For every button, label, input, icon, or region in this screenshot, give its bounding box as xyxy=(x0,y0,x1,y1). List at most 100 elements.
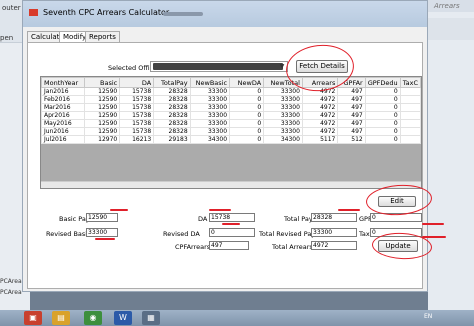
table-cell[interactable]: 4972 xyxy=(301,95,339,104)
title-bar[interactable]: Seventh CPC Arrears Calculator xyxy=(23,1,427,27)
table-cell[interactable]: 0 xyxy=(364,95,401,104)
table-cell[interactable]: 28328 xyxy=(153,103,191,112)
column-header[interactable]: MonthYear xyxy=(41,77,85,88)
table-cell[interactable]: 12590 xyxy=(83,95,121,104)
table-cell[interactable]: 15738 xyxy=(119,119,155,128)
table-cell[interactable]: 497 xyxy=(337,127,366,136)
arrears-grid[interactable]: MonthYear Basic DA TotalPay NewBasic New… xyxy=(40,76,422,189)
selected-office-dropdown[interactable]: ▼ xyxy=(150,61,288,72)
table-row[interactable]: Jul2016 12970 16213 29183 34300 0 34300 5117 512… xyxy=(41,135,421,144)
table-cell[interactable]: 28328 xyxy=(153,95,191,104)
table-cell[interactable]: 497 xyxy=(337,119,366,128)
table-row[interactable]: May2016 12590 15738 28328 33300 0 33300 4972 497… xyxy=(41,119,421,128)
table-cell[interactable]: 497 xyxy=(337,111,366,120)
table-row[interactable]: Jun2016 12590 15738 28328 33300 0 33300 4972 497… xyxy=(41,127,421,136)
chevron-down-icon[interactable]: ▼ xyxy=(278,63,286,70)
app-taskbar-icon[interactable]: ▣ xyxy=(24,311,42,325)
table-cell[interactable]: 33300 xyxy=(263,95,303,104)
table-cell[interactable]: 12590 xyxy=(83,127,121,136)
table-cell[interactable]: 0 xyxy=(364,119,401,128)
table-cell[interactable]: 33300 xyxy=(189,111,231,120)
table-cell[interactable]: 33300 xyxy=(263,103,303,112)
column-header[interactable]: NewDA xyxy=(229,77,265,88)
table-cell[interactable]: 12590 xyxy=(83,87,121,96)
basic-pay-field[interactable]: 12590 xyxy=(86,213,118,222)
revised-basic-field[interactable]: 33300 xyxy=(86,228,118,237)
table-cell[interactable]: 33300 xyxy=(189,87,231,96)
total-arrears-field[interactable]: 4972 xyxy=(311,241,357,250)
column-header[interactable]: TaxC xyxy=(399,77,421,88)
total-pay-field[interactable]: 28328 xyxy=(311,213,357,222)
table-cell[interactable]: 497 xyxy=(337,103,366,112)
table-cell[interactable]: Jul2016 xyxy=(41,135,85,144)
table-cell[interactable]: 0 xyxy=(364,135,401,144)
table-cell[interactable]: 15738 xyxy=(119,111,155,120)
table-cell[interactable]: 4972 xyxy=(301,111,339,120)
table-cell[interactable]: 4972 xyxy=(301,103,339,112)
column-header[interactable]: TotalPay xyxy=(153,77,191,88)
table-cell[interactable]: May2016 xyxy=(41,119,85,128)
table-cell[interactable]: 0 xyxy=(364,103,401,112)
table-row[interactable]: Mar2016 12590 15738 28328 33300 0 33300 4972 497… xyxy=(41,103,421,112)
table-cell[interactable] xyxy=(399,87,421,96)
table-cell[interactable]: 497 xyxy=(337,87,366,96)
table-cell[interactable]: 0 xyxy=(229,111,265,120)
word-icon[interactable]: W xyxy=(114,311,132,325)
horizontal-scrollbar[interactable] xyxy=(41,181,421,188)
column-header[interactable]: NewBasic xyxy=(189,77,231,88)
table-cell[interactable]: 0 xyxy=(364,111,401,120)
column-header[interactable]: DA xyxy=(119,77,155,88)
table-cell[interactable]: 0 xyxy=(364,87,401,96)
background-search-box[interactable]: Arrears xyxy=(428,0,474,12)
table-cell[interactable]: 15738 xyxy=(119,127,155,136)
table-cell[interactable]: 33300 xyxy=(263,127,303,136)
table-cell[interactable]: 0 xyxy=(229,87,265,96)
table-cell[interactable]: 12970 xyxy=(83,135,121,144)
table-cell[interactable]: 33300 xyxy=(189,103,231,112)
table-cell[interactable]: 34300 xyxy=(263,135,303,144)
revised-da-field[interactable]: 0 xyxy=(209,228,255,237)
table-cell[interactable]: 0 xyxy=(229,135,265,144)
da-field[interactable]: 15738 xyxy=(209,213,255,222)
folder-icon[interactable]: ▤ xyxy=(52,311,70,325)
table-cell[interactable]: 12590 xyxy=(83,119,121,128)
table-cell[interactable]: 33300 xyxy=(263,119,303,128)
tab-reports[interactable]: Reports xyxy=(85,31,120,42)
browser-icon[interactable]: ◉ xyxy=(84,311,102,325)
table-cell[interactable]: 33300 xyxy=(189,95,231,104)
table-cell[interactable]: 34300 xyxy=(189,135,231,144)
table-cell[interactable]: Jan2016 xyxy=(41,87,85,96)
table-cell[interactable]: 4972 xyxy=(301,127,339,136)
table-cell[interactable] xyxy=(399,103,421,112)
column-header[interactable]: GPFDedu xyxy=(364,77,401,88)
table-cell[interactable]: 33300 xyxy=(189,119,231,128)
table-cell[interactable]: 12590 xyxy=(83,111,121,120)
table-cell[interactable] xyxy=(399,111,421,120)
table-cell[interactable]: 33300 xyxy=(263,87,303,96)
table-cell[interactable]: 497 xyxy=(337,95,366,104)
table-cell[interactable]: 5117 xyxy=(301,135,339,144)
table-row[interactable]: Apr2016 12590 15738 28328 33300 0 33300 4972 497… xyxy=(41,111,421,120)
table-cell[interactable]: Apr2016 xyxy=(41,111,85,120)
table-cell[interactable]: 33300 xyxy=(189,127,231,136)
table-cell[interactable]: 28328 xyxy=(153,127,191,136)
column-header[interactable]: Basic xyxy=(83,77,121,88)
table-cell[interactable]: 28328 xyxy=(153,87,191,96)
app-icon[interactable]: ▦ xyxy=(142,311,160,325)
table-cell[interactable]: 15738 xyxy=(119,103,155,112)
table-cell[interactable]: 15738 xyxy=(119,87,155,96)
table-cell[interactable]: 12590 xyxy=(83,103,121,112)
table-row[interactable]: Feb2016 12590 15738 28328 33300 0 33300 4972 497… xyxy=(41,95,421,104)
table-cell[interactable]: 15738 xyxy=(119,95,155,104)
table-cell[interactable] xyxy=(399,135,421,144)
table-cell[interactable]: Feb2016 xyxy=(41,95,85,104)
table-cell[interactable]: 0 xyxy=(229,103,265,112)
table-cell[interactable]: 28328 xyxy=(153,119,191,128)
table-cell[interactable] xyxy=(399,95,421,104)
language-indicator[interactable]: EN xyxy=(424,313,432,320)
table-row[interactable]: Jan2016 12590 15738 28328 33300 0 33300 4972 497… xyxy=(41,87,421,96)
table-cell[interactable]: 29183 xyxy=(153,135,191,144)
table-cell[interactable]: 0 xyxy=(364,127,401,136)
table-cell[interactable]: 16213 xyxy=(119,135,155,144)
cpf-arrears-field[interactable]: 497 xyxy=(209,241,249,250)
